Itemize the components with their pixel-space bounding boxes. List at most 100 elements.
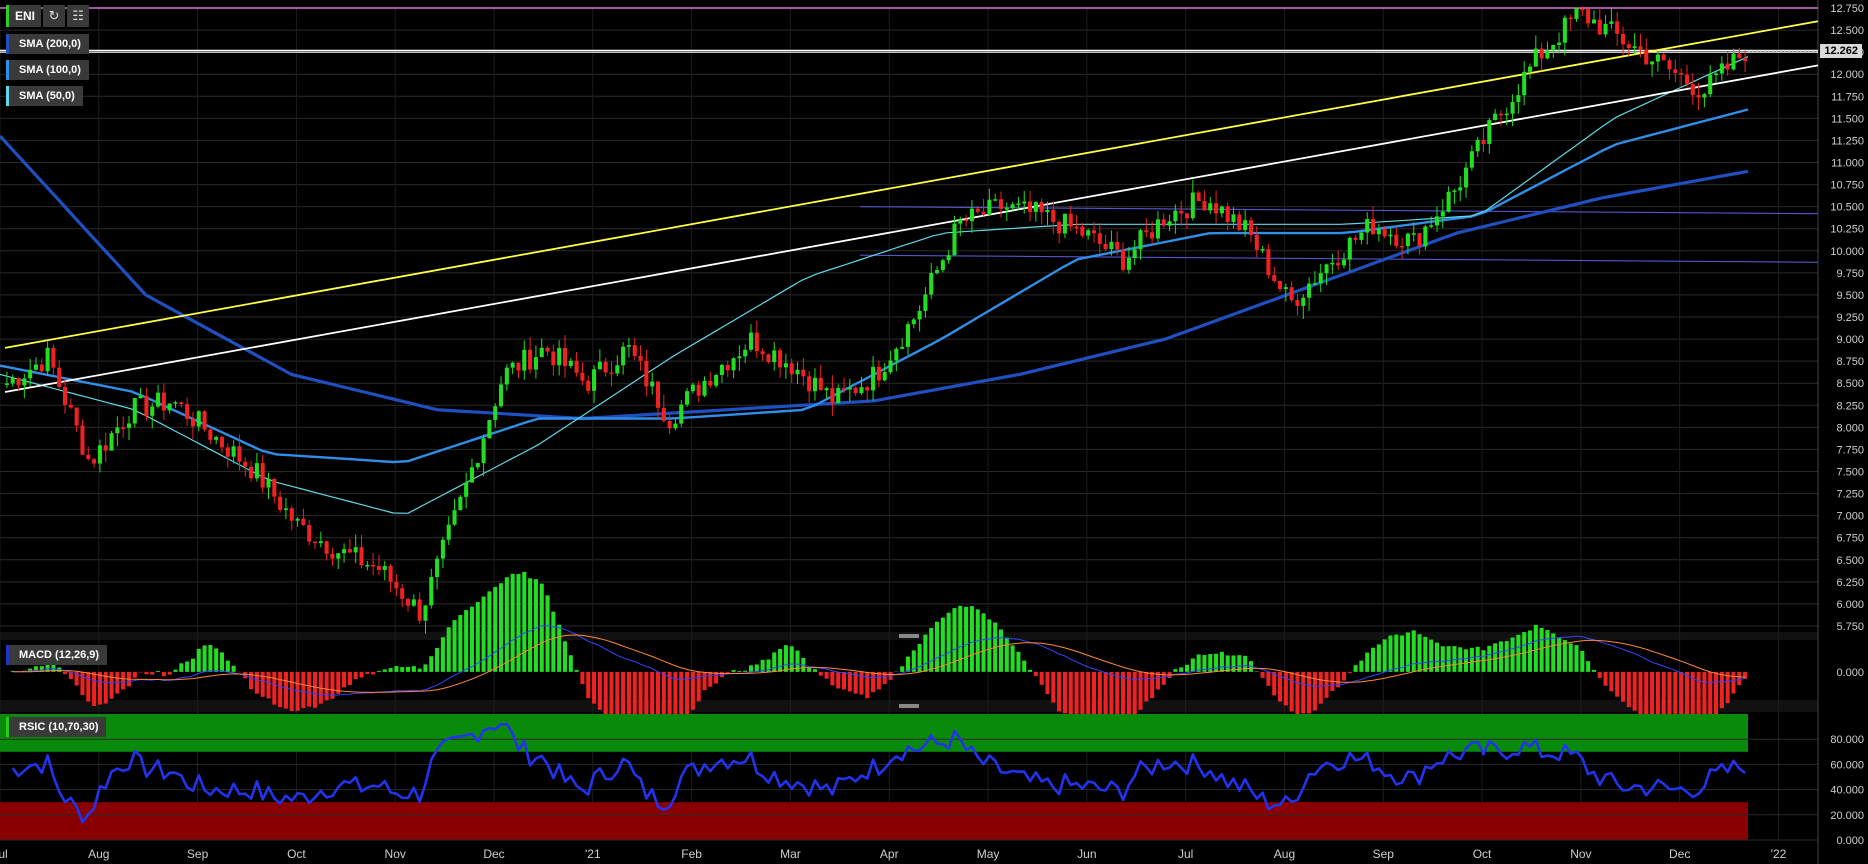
macd-histogram-bar <box>493 586 498 672</box>
candle-up <box>1132 249 1137 258</box>
candle-up <box>1243 220 1248 231</box>
macd-histogram-bar <box>376 670 381 672</box>
macd-histogram-bar <box>824 671 829 679</box>
macd-histogram-bar <box>272 671 277 705</box>
candle-up <box>1405 233 1410 247</box>
candle-down <box>1196 192 1201 202</box>
candle-down <box>545 347 550 352</box>
macd-histogram-bar <box>987 619 992 672</box>
macd-histogram-bar <box>1266 671 1271 686</box>
candle-up <box>859 387 864 394</box>
macd-histogram-bar <box>1539 627 1544 672</box>
candle-up <box>1632 46 1637 49</box>
candle-up <box>673 423 678 429</box>
candle-down <box>185 404 190 419</box>
x-tick-label: Jun <box>1077 847 1096 861</box>
candle-down <box>876 366 881 381</box>
y-tick-label: 11.250 <box>1831 135 1864 147</box>
legend-sma-200[interactable]: SMA (200,0) <box>6 34 89 54</box>
rsi-band-oversold <box>0 802 1748 840</box>
candle-up <box>1312 283 1317 285</box>
candle-up <box>1440 211 1445 217</box>
macd-histogram-bar <box>446 627 451 672</box>
macd-histogram-bar <box>1487 645 1492 672</box>
calculator-icon[interactable]: ☷ <box>67 5 90 27</box>
y-tick-label: 12.750 <box>1830 3 1864 15</box>
candle-down <box>80 425 85 455</box>
candle-up <box>1190 192 1195 219</box>
candle-up <box>510 362 515 368</box>
macd-histogram-bar <box>190 658 195 672</box>
candle-down <box>86 454 91 460</box>
x-tick-label: Aug <box>1274 847 1295 861</box>
candle-up <box>969 208 974 222</box>
candle-down <box>1481 139 1486 144</box>
candle-up <box>621 346 626 366</box>
candle-down <box>1580 8 1585 10</box>
candle-up <box>499 384 504 407</box>
candle-up <box>1301 297 1306 306</box>
candle-down <box>388 566 393 582</box>
macd-histogram-bar <box>1179 667 1184 672</box>
candle-down <box>301 518 306 526</box>
candle-down <box>190 418 195 427</box>
candle-down <box>1615 21 1620 34</box>
candle-down <box>400 588 405 599</box>
candle-down <box>1295 300 1300 306</box>
legend-sma-50[interactable]: SMA (50,0) <box>6 86 83 106</box>
macd-histogram-bar <box>97 671 102 705</box>
macd-histogram-bar <box>568 655 573 672</box>
macd-histogram-bar <box>940 617 945 672</box>
candle-up <box>1702 94 1707 98</box>
candle-up <box>1708 75 1713 95</box>
refresh-icon[interactable]: ↻ <box>43 5 66 27</box>
candle-up <box>1469 151 1474 168</box>
candle-up <box>1562 17 1567 43</box>
candle-down <box>1684 74 1689 85</box>
macd-histogram-bar <box>1196 654 1201 672</box>
macd-histogram-bar <box>121 671 126 690</box>
candle-up <box>1655 54 1660 62</box>
y-tick-label: 8.000 <box>1836 422 1864 434</box>
x-tick-label: Oct <box>1473 847 1492 861</box>
candle-up <box>702 380 707 396</box>
candle-down <box>1080 226 1085 236</box>
macd-histogram-bar <box>586 671 591 699</box>
candle-down <box>964 219 969 222</box>
macd-histogram-bar <box>289 671 294 712</box>
candle-down <box>1277 280 1283 290</box>
candle-up <box>905 324 911 347</box>
chart-canvas[interactable]: 12.75012.50012.25012.00011.75011.50011.2… <box>0 0 1868 864</box>
candle-up <box>935 269 940 274</box>
macd-histogram-bar <box>789 646 794 672</box>
macd-histogram-bar <box>1737 671 1742 686</box>
macd-histogram-bar <box>905 656 911 672</box>
macd-histogram-bar <box>1144 671 1149 702</box>
candle-up <box>1731 53 1736 70</box>
legend-sma-100[interactable]: SMA (100,0) <box>6 60 89 80</box>
macd-histogram-bar <box>876 671 881 690</box>
symbol-name[interactable]: ENI <box>6 5 42 27</box>
candle-down <box>68 404 73 408</box>
x-tick-label: Aug <box>88 847 109 861</box>
candle-up <box>592 369 597 391</box>
candle-up <box>1318 273 1323 284</box>
y-tick-label: 9.250 <box>1836 312 1864 324</box>
candle-up <box>1173 210 1178 222</box>
y-tick-label: 8.750 <box>1836 356 1864 368</box>
candle-down <box>16 377 21 386</box>
macd-histogram-bar <box>173 669 178 672</box>
macd-histogram-bar <box>516 574 521 672</box>
macd-histogram-bar <box>208 645 213 672</box>
legend-macd[interactable]: MACD (12,26,9) <box>6 645 108 665</box>
candle-up <box>1475 139 1480 152</box>
macd-histogram-bar <box>1161 671 1166 685</box>
candle-up <box>1411 233 1416 235</box>
candle-up <box>1603 23 1608 35</box>
candle-down <box>208 429 213 440</box>
macd-histogram-bar <box>1382 639 1387 672</box>
candle-up <box>440 539 445 559</box>
macd-histogram-bar <box>1743 671 1748 679</box>
candle-down <box>1161 219 1166 226</box>
legend-rsic[interactable]: RSIC (10,70,30) <box>6 717 107 737</box>
